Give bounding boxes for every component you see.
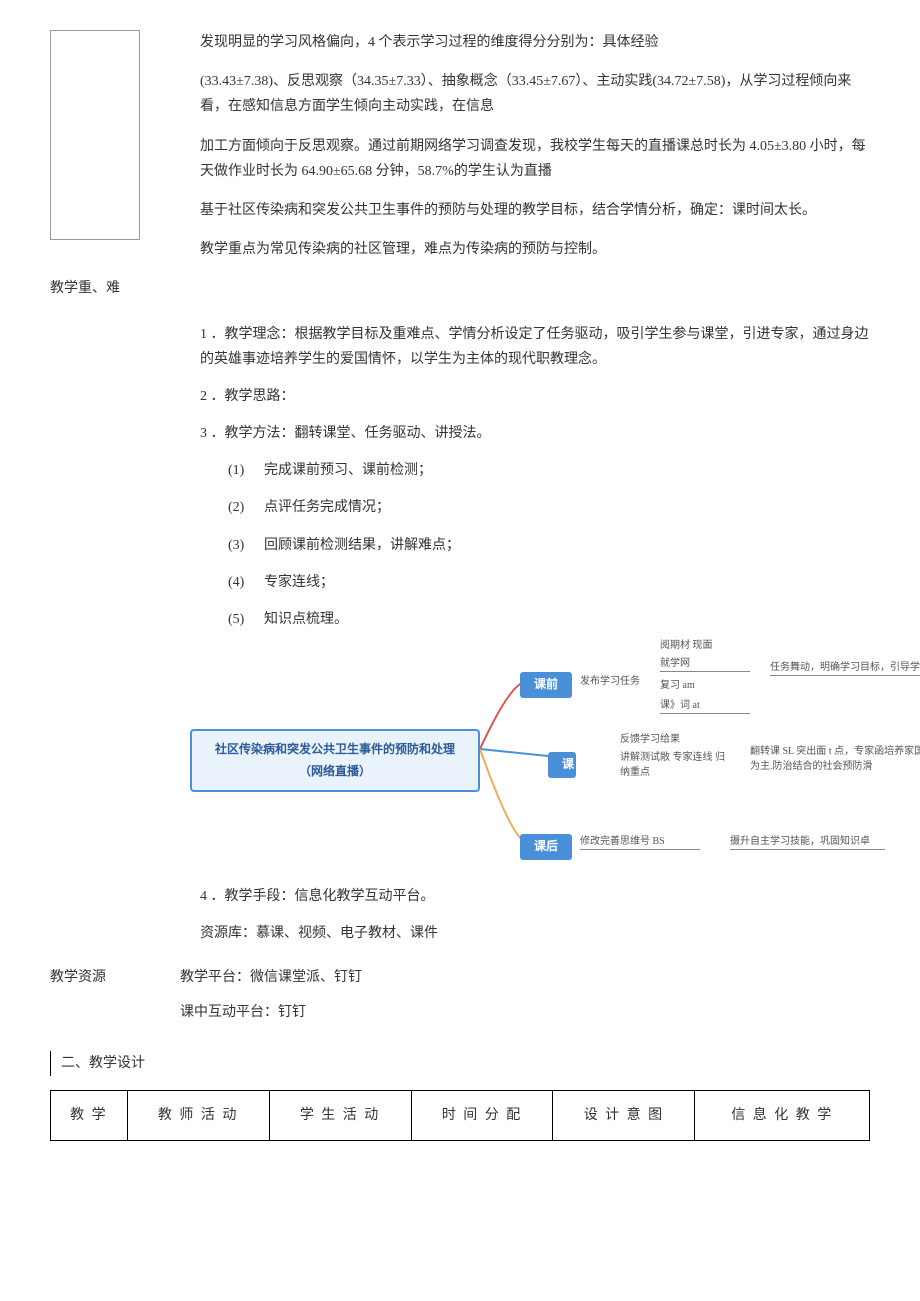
substep-3: (3)回顾课前检测结果，讲解难点； [228,533,870,558]
para-1: 发现明显的学习风格偏向，4 个表示学习过程的维度得分分别为：具体经验 [200,30,870,55]
section-2-title: 二、教学设计 [50,1051,870,1076]
resource-label: 教学资源 [50,965,180,1035]
substep-5: (5)知识点梳理。 [228,607,870,632]
teaching-concept-section: 1 ．教学理念：根据教学目标及重难点、学情分析设定了任务驱动，吸引学生参与课堂，… [200,322,870,947]
substep-1: (1)完成课前预习、课前检测； [228,458,870,483]
pre-task-label: 发布学习任务 [580,674,650,689]
central-line2: （网络直播） [202,761,468,783]
resource-platform: 教学平台：微信课堂派、钉钉 [180,965,362,990]
resource-row: 教学资源 教学平台：微信课堂派、钉钉 课中互动平台：钉钉 [50,965,870,1035]
substep-4-text: 专家连线； [264,575,334,590]
table-header-row: 教 学 教 师 活 动 学 生 活 动 时 间 分 配 设 计 意 图 信 息 … [51,1091,870,1141]
central-line1: 社区传染病和突发公共卫生事件的预防和处理 [202,739,468,761]
para-4: 基于社区传染病和突发公共卫生事件的预防与处理的教学目标，结合学情分析，确定：课时… [200,198,870,223]
sub-steps-list: (1)完成课前预习、课前检测； (2)点评任务完成情况； (3)回顾课前检测结果… [228,458,870,632]
para-5: 教学重点为常见传染病的社区管理，难点为传染病的预防与控制。 [200,237,870,262]
pre-right-text: 任务舞动，明确学习目标，引导学生自主学习 [770,660,920,676]
para-2: (33.43±7.38)、反思观察（34.35±7.33）、抽象概念（33.45… [200,69,870,119]
pre-col-b: 就学网 [660,656,750,672]
th-info-tech: 信 息 化 教 学 [695,1091,870,1141]
post-right-text: 摄升自主学习技能，巩固知识卓 [730,834,885,850]
substep-1-text: 完成课前预习、课前检测； [264,463,432,478]
intro-paragraphs: 发现明显的学习风格偏向，4 个表示学习过程的维度得分分别为：具体经验 (33.4… [200,30,870,262]
th-teaching: 教 学 [51,1091,128,1141]
node-pre-class: 课前 [520,672,572,698]
th-intent: 设 计 意 图 [553,1091,695,1141]
item-3-method: 3 ．教学方法：翻转课堂、任务驱动、讲授法。 [200,421,870,446]
substep-2-num: (2) [228,495,264,520]
th-time: 时 间 分 配 [411,1091,553,1141]
pre-col-d: 课》词 at [660,698,750,714]
mid-right-text: 翻转课 SL 突出面 t 点，专家函培养家国瞬怀，的立 预防为主.防治结合的社会… [750,744,920,774]
substep-1-num: (1) [228,458,264,483]
substep-2-text: 点评任务完成情况； [264,500,390,515]
item-2-thinking: 2 ．教学思路： [200,384,870,409]
th-student-activity: 学 生 活 动 [269,1091,411,1141]
substep-3-num: (3) [228,533,264,558]
resource-body: 教学平台：微信课堂派、钉钉 课中互动平台：钉钉 [180,965,362,1035]
substep-4: (4)专家连线； [228,570,870,595]
resource-repo: 资源库：慕课、视频、电子教材、课件 [200,921,870,946]
sidebar-placeholder-box [50,30,140,240]
pre-col-a: 阅期材 现面 [660,638,713,653]
para-3: 加工方面倾向于反思观察。通过前期网络学习调查发现，我校学生每天的直播课总时长为 … [200,134,870,184]
diagram-central-node: 社区传染病和突发公共卫生事件的预防和处理 （网络直播） [190,729,480,792]
substep-3-text: 回顾课前检测结果，讲解难点； [264,538,460,553]
resource-interactive: 课中互动平台：钉钉 [180,1000,362,1025]
substep-5-num: (5) [228,607,264,632]
design-table: 教 学 教 师 活 动 学 生 活 动 时 间 分 配 设 计 意 图 信 息 … [50,1090,870,1141]
side-label-key-difficulty: 教学重、难 [50,276,870,301]
mid-col-b: 讲解测试敞 专家连线 归纳重点 [620,750,730,780]
mid-col-a: 反馈学习给果 [620,732,680,747]
node-post-class: 课后 [520,834,572,860]
item-1-concept: 1 ．教学理念：根据教学目标及重难点、学情分析设定了任务驱动，吸引学生参与课堂，… [200,322,870,372]
post-col: 修改完善思维号 BS [580,834,700,850]
item-4-means: 4 ．教学手段：信息化教学互动平台。 [200,884,870,909]
substep-5-text: 知识点梳理。 [264,612,348,627]
substep-2: (2)点评任务完成情况； [228,495,870,520]
substep-4-num: (4) [228,570,264,595]
mindmap-diagram: 社区传染病和突发公共卫生事件的预防和处理 （网络直播） 课前 课 课后 发布学习… [190,644,870,874]
th-teacher-activity: 教 师 活 动 [127,1091,269,1141]
pre-col-c: 复习 am [660,678,695,693]
node-mid-class: 课 [548,752,576,778]
